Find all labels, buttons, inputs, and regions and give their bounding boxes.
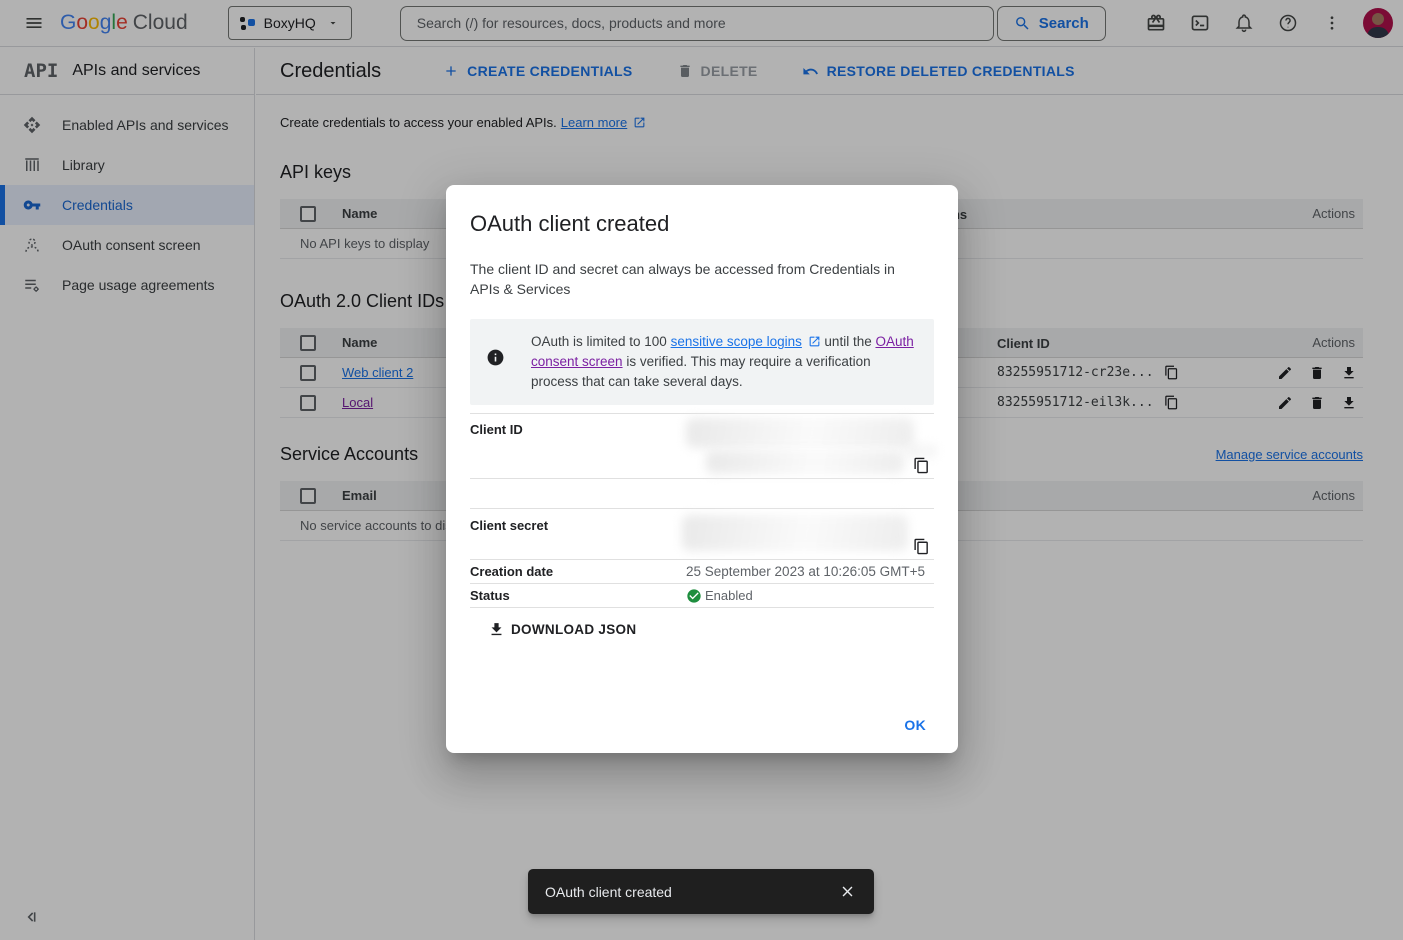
spacer-row xyxy=(470,479,934,508)
snackbar: OAuth client created xyxy=(528,869,874,914)
snackbar-message: OAuth client created xyxy=(545,884,672,900)
sensitive-scope-logins-link[interactable]: sensitive scope logins xyxy=(671,334,802,349)
creation-date-value: 25 September 2023 at 10:26:05 GMT+5 xyxy=(686,564,925,579)
dialog-title: OAuth client created xyxy=(470,211,934,237)
client-secret-row: Client secret xyxy=(470,508,934,560)
external-link-icon xyxy=(808,335,821,348)
ok-button[interactable]: OK xyxy=(888,709,942,741)
oauth-limit-notice: OAuth is limited to 100 sensitive scope … xyxy=(470,319,934,405)
status-row: Status Enabled xyxy=(470,584,934,608)
oauth-client-created-dialog: OAuth client created The client ID and s… xyxy=(446,185,958,753)
close-icon[interactable] xyxy=(835,879,860,904)
copy-icon[interactable] xyxy=(913,538,930,555)
client-id-row: Client ID xyxy=(470,413,934,479)
dialog-fields: Client ID Client secret Creation date 25… xyxy=(470,413,934,608)
client-id-label: Client ID xyxy=(470,414,686,478)
client-id-redacted-value xyxy=(908,444,936,458)
client-secret-redacted-value xyxy=(682,515,908,551)
check-circle-icon xyxy=(686,588,702,604)
dialog-subtitle: The client ID and secret can always be a… xyxy=(470,259,910,299)
notice-text: OAuth is limited to 100 sensitive scope … xyxy=(531,332,916,392)
download-json-button[interactable]: DOWNLOAD JSON xyxy=(482,617,642,642)
creation-date-label: Creation date xyxy=(470,564,686,579)
creation-date-row: Creation date 25 September 2023 at 10:26… xyxy=(470,560,934,584)
status-label: Status xyxy=(470,588,686,603)
client-id-redacted-value xyxy=(706,450,904,474)
info-icon xyxy=(486,348,505,392)
client-id-redacted-value xyxy=(686,418,914,448)
copy-icon[interactable] xyxy=(913,457,930,474)
download-icon xyxy=(488,621,505,638)
client-secret-label: Client secret xyxy=(470,509,686,559)
status-value: Enabled xyxy=(705,588,753,603)
